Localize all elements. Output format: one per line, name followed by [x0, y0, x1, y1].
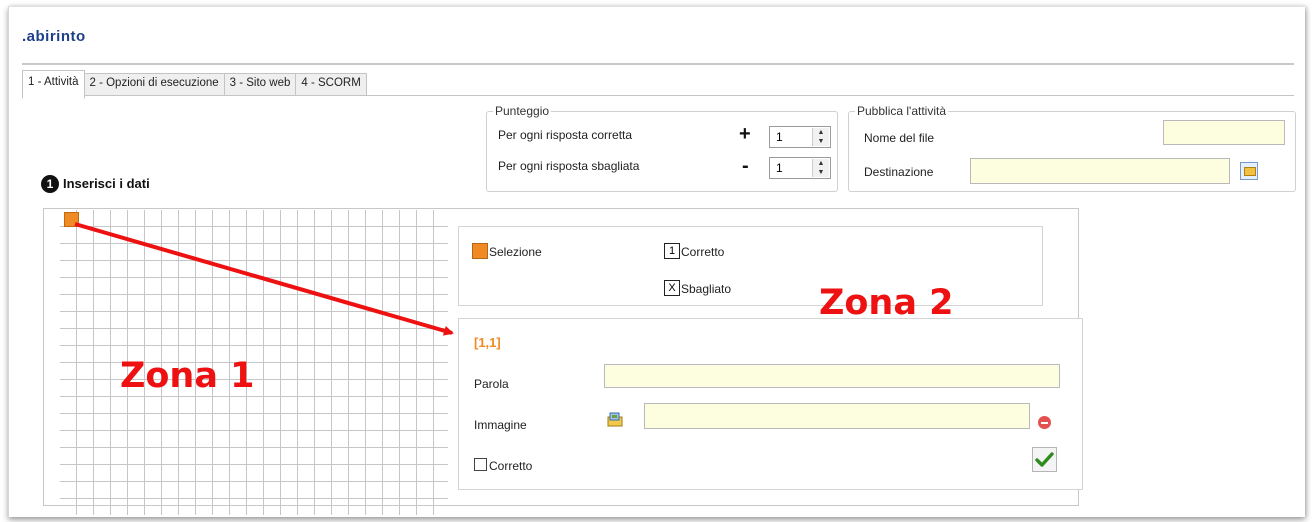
filename-label: Nome del file [864, 131, 935, 145]
pubblica-legend: Pubblica l'attività [857, 104, 947, 118]
plus-sign: + [739, 123, 751, 145]
wrong-score-stepper[interactable]: 1 ▲ ▼ [769, 157, 831, 179]
confirm-button[interactable] [1032, 447, 1057, 472]
step-label: Inserisci i dati [63, 176, 150, 191]
image-path-input[interactable] [644, 403, 1030, 429]
minus-sign: - [742, 155, 749, 177]
correct-legend-label: Corretto [681, 245, 725, 259]
filename-input[interactable] [1163, 120, 1285, 145]
correct-swatch: 1 [664, 243, 680, 259]
correct-score-value: 1 [776, 130, 783, 144]
tab-opzioni-esecuzione[interactable]: 2 - Opzioni di esecuzione [83, 73, 225, 96]
folder-browse-icon[interactable] [1240, 162, 1258, 180]
tab-sito-web[interactable]: 3 - Sito web [223, 73, 297, 96]
tab-attivita[interactable]: 1 - Attività [22, 70, 85, 99]
wrong-swatch: X [664, 280, 680, 296]
correct-score-stepper[interactable]: 1 ▲ ▼ [769, 126, 831, 148]
correct-score-label: Per ogni risposta corretta [498, 128, 633, 142]
punteggio-legend: Punteggio [495, 104, 550, 118]
correct-checkbox[interactable] [474, 458, 487, 471]
wrong-legend-label: Sbagliato [681, 282, 732, 296]
destination-input[interactable] [970, 158, 1230, 184]
destination-label: Destinazione [864, 165, 934, 179]
image-label: Immagine [474, 418, 527, 432]
selection-swatch [472, 243, 488, 259]
correct-checkbox-label: Corretto [489, 459, 533, 473]
zone-2-annotation: Zona 2 [819, 283, 954, 323]
selected-grid-cell[interactable] [64, 212, 79, 227]
image-folder-icon[interactable] [607, 412, 623, 427]
app-title: .abirinto [22, 28, 86, 45]
wrong-score-label: Per ogni risposta sbagliata [498, 159, 640, 173]
step-number-badge: 1 [41, 175, 59, 193]
checkmark-icon [1035, 452, 1054, 467]
tab-bar: 1 - Attività 2 - Opzioni di esecuzione 3… [22, 70, 367, 99]
tab-divider [22, 95, 1294, 96]
remove-icon[interactable] [1038, 416, 1051, 429]
spinner-arrows-icon[interactable]: ▲ ▼ [812, 128, 829, 146]
word-label: Parola [474, 377, 509, 391]
selection-legend-label: Selezione [489, 245, 542, 259]
wrong-score-value: 1 [776, 161, 783, 175]
spinner-arrows-icon[interactable]: ▲ ▼ [812, 159, 829, 177]
legend-panel [458, 226, 1043, 306]
title-divider [22, 63, 1294, 65]
tab-scorm[interactable]: 4 - SCORM [295, 73, 367, 96]
zone-1-annotation: Zona 1 [120, 356, 255, 396]
cell-coordinate: [1,1] [474, 335, 501, 350]
word-input[interactable] [604, 364, 1060, 388]
